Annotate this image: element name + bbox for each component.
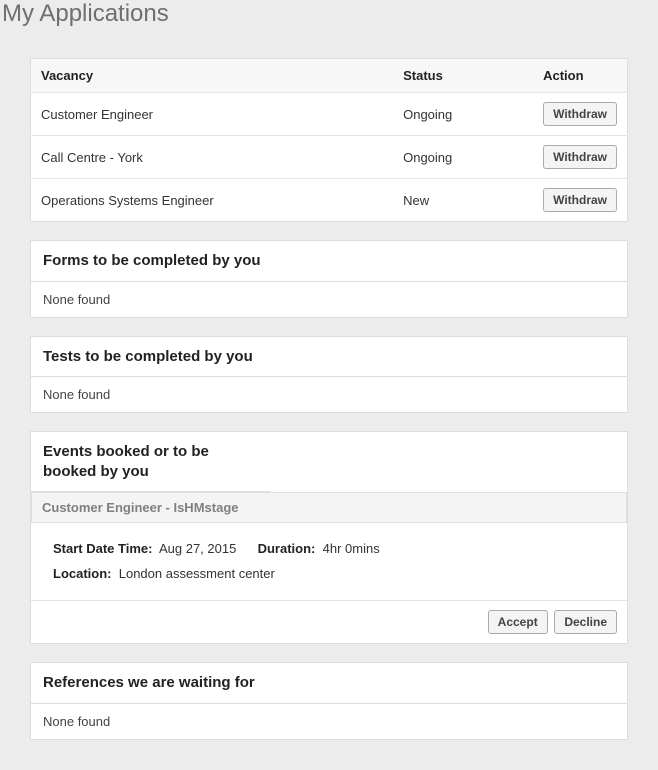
table-header-row: Vacancy Status Action: [31, 59, 628, 93]
action-cell: Withdraw: [533, 93, 627, 136]
action-cell: Withdraw: [533, 179, 627, 222]
withdraw-button[interactable]: Withdraw: [543, 145, 617, 169]
location-value: London assessment center: [119, 566, 275, 581]
table-row: Customer Engineer Ongoing Withdraw: [31, 93, 628, 136]
status-cell: Ongoing: [393, 93, 533, 136]
vacancy-cell: Customer Engineer: [31, 93, 394, 136]
col-status: Status: [393, 59, 533, 93]
col-action: Action: [533, 59, 627, 93]
duration-value: 4hr 0mins: [323, 541, 380, 556]
references-heading: References we are waiting for: [31, 663, 627, 704]
accept-button[interactable]: Accept: [488, 610, 548, 634]
status-cell: New: [393, 179, 533, 222]
location-label: Location:: [53, 566, 112, 581]
event-details: Start Date Time: Aug 27, 2015 Duration: …: [31, 523, 627, 600]
forms-empty: None found: [31, 282, 627, 317]
withdraw-button[interactable]: Withdraw: [543, 102, 617, 126]
event-subtitle: Customer Engineer - IsHMstage: [31, 492, 627, 523]
table-row: Call Centre - York Ongoing Withdraw: [31, 136, 628, 179]
tests-section: Tests to be completed by you None found: [30, 336, 628, 414]
forms-section: Forms to be completed by you None found: [30, 240, 628, 318]
tests-heading: Tests to be completed by you: [31, 337, 627, 378]
withdraw-button[interactable]: Withdraw: [543, 188, 617, 212]
duration-label: Duration:: [258, 541, 316, 556]
event-item: Customer Engineer - IsHMstage Start Date…: [31, 492, 627, 643]
decline-button[interactable]: Decline: [554, 610, 617, 634]
page-title: My Applications: [0, 0, 658, 38]
references-empty: None found: [31, 704, 627, 739]
forms-heading: Forms to be completed by you: [31, 241, 627, 282]
start-label: Start Date Time:: [53, 541, 152, 556]
col-vacancy: Vacancy: [31, 59, 394, 93]
action-cell: Withdraw: [533, 136, 627, 179]
applications-table: Vacancy Status Action Customer Engineer …: [30, 58, 628, 222]
events-heading: Events booked or to be booked by you: [31, 432, 271, 492]
vacancy-cell: Call Centre - York: [31, 136, 394, 179]
vacancy-cell: Operations Systems Engineer: [31, 179, 394, 222]
tests-empty: None found: [31, 377, 627, 412]
events-section: Events booked or to be booked by you Cus…: [30, 431, 628, 644]
start-value: Aug 27, 2015: [159, 541, 236, 556]
event-actions: Accept Decline: [31, 600, 627, 643]
references-section: References we are waiting for None found: [30, 662, 628, 740]
status-cell: Ongoing: [393, 136, 533, 179]
table-row: Operations Systems Engineer New Withdraw: [31, 179, 628, 222]
